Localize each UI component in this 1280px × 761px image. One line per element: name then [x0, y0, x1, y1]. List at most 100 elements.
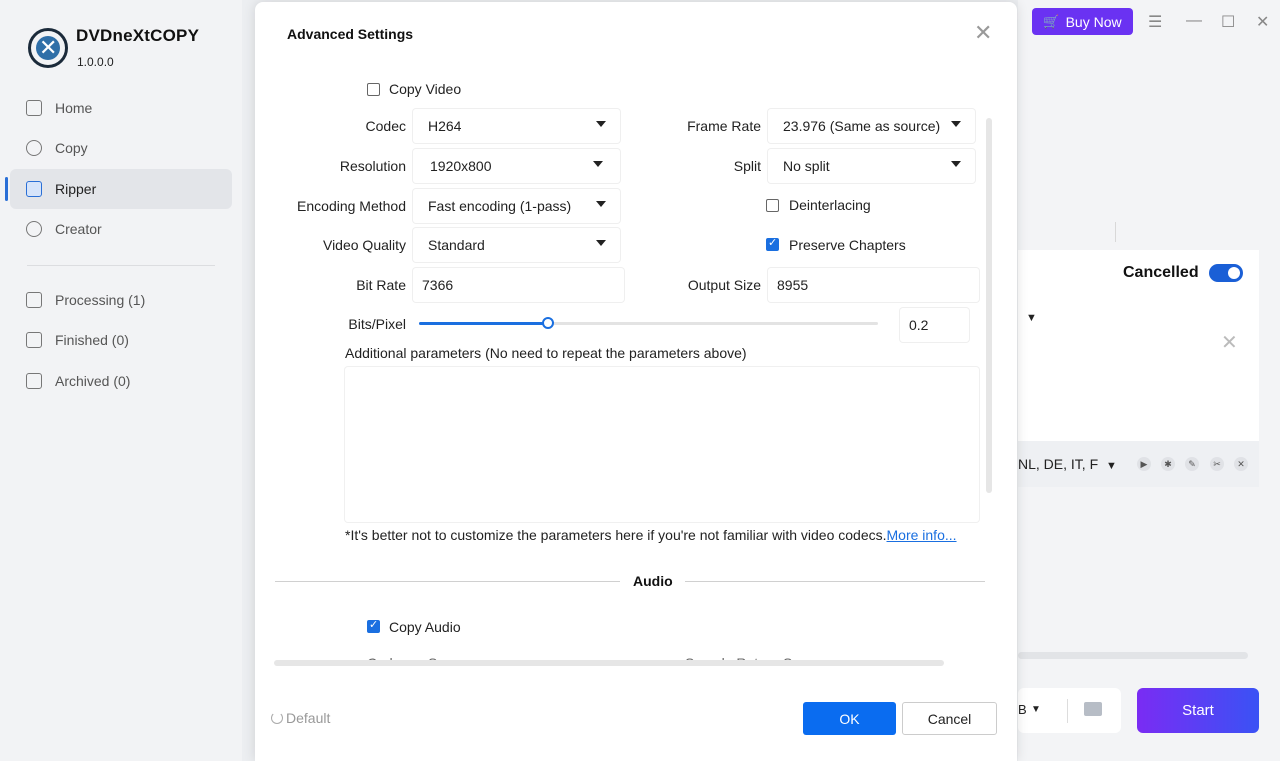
- output-size-box[interactable]: B ▼: [1018, 688, 1121, 733]
- codec-value: H264: [428, 118, 462, 134]
- frame-rate-label: Frame Rate: [687, 118, 761, 134]
- maximize-icon[interactable]: ☐: [1221, 12, 1235, 32]
- sidebar-item-finished[interactable]: Finished (0): [10, 320, 232, 360]
- dialog-title: Advanced Settings: [287, 26, 414, 42]
- sidebar-item-label: Finished (0): [55, 332, 129, 348]
- chevron-down-icon: [596, 201, 606, 207]
- delete-icon[interactable]: ✕: [1234, 457, 1248, 471]
- bit-rate-label: Bit Rate: [356, 277, 406, 293]
- chevron-down-icon: [596, 240, 606, 246]
- sidebar-item-archived[interactable]: Archived (0): [10, 361, 232, 401]
- sidebar-item-label: Home: [55, 100, 93, 116]
- sidebar-item-creator[interactable]: Creator: [10, 209, 232, 249]
- sidebar-item-label: Copy: [55, 140, 88, 156]
- menu-icon[interactable]: ☰: [1148, 12, 1162, 32]
- encoding-method-label: Encoding Method: [297, 198, 406, 214]
- app-name: DVDneXtCOPY: [76, 26, 200, 45]
- copy-video-checkbox[interactable]: [367, 83, 380, 96]
- close-window-icon[interactable]: ✕: [1256, 12, 1269, 32]
- default-button[interactable]: Default: [271, 710, 330, 726]
- video-quality-label: Video Quality: [322, 237, 406, 253]
- subtitle-languages-select[interactable]: NL, DE, IT, F ▼: [1018, 456, 1117, 472]
- buy-now-label: Buy Now: [1065, 13, 1122, 30]
- bit-rate-input[interactable]: 7366: [413, 268, 624, 302]
- folder-icon[interactable]: [1084, 702, 1102, 716]
- output-size-label: Output Size: [687, 277, 761, 293]
- chevron-down-icon: ▼: [1031, 704, 1041, 715]
- sidebar-item-home[interactable]: Home: [10, 88, 232, 128]
- divider: [1067, 699, 1068, 723]
- frame-rate-value: 23.976 (Same as source): [783, 118, 941, 134]
- buy-now-button[interactable]: 🛒 Buy Now: [1032, 8, 1133, 35]
- horizontal-scrollbar[interactable]: [274, 660, 944, 666]
- deinterlacing-checkbox[interactable]: [766, 199, 779, 212]
- bits-pixel-slider-handle[interactable]: [542, 317, 554, 329]
- sidebar-item-processing[interactable]: Processing (1): [10, 280, 232, 320]
- sidebar: DVDneXtCOPY 1.0.0.0 Home Copy Ripper Cre…: [0, 0, 242, 761]
- sidebar-item-copy[interactable]: Copy: [10, 128, 232, 168]
- split-select[interactable]: No split: [768, 149, 975, 183]
- task-card-header: [1018, 212, 1259, 250]
- codec-select[interactable]: H264: [413, 109, 620, 143]
- cancel-button[interactable]: Cancel: [902, 702, 997, 735]
- vertical-scrollbar[interactable]: [986, 118, 992, 493]
- chevron-down-icon: ▼: [1106, 460, 1117, 472]
- chevron-down-icon: [596, 121, 606, 127]
- effects-icon[interactable]: ✱: [1161, 457, 1175, 471]
- video-quality-value: Standard: [428, 237, 485, 253]
- bits-pixel-label: Bits/Pixel: [348, 316, 406, 332]
- copy-video-label: Copy Video: [389, 81, 462, 97]
- ok-button[interactable]: OK: [803, 702, 896, 735]
- remove-task-icon[interactable]: ✕: [1221, 330, 1238, 355]
- creator-icon: [26, 221, 42, 237]
- home-icon: [26, 100, 42, 116]
- chevron-down-icon[interactable]: ▼: [1026, 312, 1037, 324]
- output-size-input[interactable]: 8955: [768, 268, 979, 302]
- split-label: Split: [733, 158, 761, 174]
- encoding-method-select[interactable]: Fast encoding (1-pass): [413, 189, 620, 223]
- app-version: 1.0.0.0: [77, 55, 114, 69]
- edit-icon[interactable]: ✎: [1185, 457, 1199, 471]
- chevron-down-icon: [951, 161, 961, 167]
- sidebar-divider: [27, 265, 215, 266]
- additional-params-textarea[interactable]: [345, 367, 979, 522]
- sidebar-item-label: Processing (1): [55, 292, 146, 308]
- play-icon[interactable]: ▶: [1137, 457, 1151, 471]
- sidebar-item-label: Ripper: [55, 181, 97, 197]
- advanced-settings-dialog: Advanced Settings ✕ Copy Video Codec H26…: [255, 2, 1017, 761]
- minimize-icon[interactable]: —: [1186, 12, 1202, 30]
- video-quality-select[interactable]: Standard: [413, 228, 620, 262]
- bits-pixel-input[interactable]: 0.2: [900, 308, 969, 342]
- cancelled-label: Cancelled: [1123, 264, 1199, 281]
- cart-icon: 🛒: [1043, 13, 1060, 29]
- audio-section-title: Audio: [633, 573, 673, 589]
- bits-pixel-slider-fill: [419, 322, 548, 325]
- cut-icon[interactable]: ✂: [1210, 457, 1224, 471]
- sidebar-item-label: Archived (0): [55, 373, 131, 389]
- cancelled-toggle[interactable]: [1209, 264, 1243, 282]
- start-button[interactable]: Start: [1137, 688, 1259, 733]
- sidebar-item-label: Creator: [55, 221, 102, 237]
- encoding-method-value: Fast encoding (1-pass): [428, 198, 572, 214]
- copy-audio-checkbox[interactable]: [367, 618, 380, 633]
- chevron-down-icon: [593, 161, 603, 167]
- app-logo-icon: [28, 28, 68, 68]
- resolution-value: 1920x800: [430, 158, 492, 174]
- sidebar-item-ripper[interactable]: Ripper: [5, 169, 232, 209]
- brand: DVDneXtCOPY 1.0.0.0: [28, 26, 199, 69]
- deinterlacing-label: Deinterlacing: [789, 197, 871, 213]
- additional-params-label: Additional parameters (No need to repeat…: [345, 345, 747, 361]
- more-info-link[interactable]: More info...: [887, 527, 957, 543]
- copy-icon: [26, 140, 42, 156]
- archived-icon: [26, 373, 42, 389]
- preserve-chapters-label: Preserve Chapters: [789, 237, 906, 253]
- processing-icon: [26, 292, 42, 308]
- divider: [275, 581, 620, 582]
- close-icon[interactable]: ✕: [974, 20, 992, 46]
- resolution-select[interactable]: 1920x800: [413, 149, 620, 183]
- preserve-chapters-checkbox[interactable]: [766, 236, 779, 251]
- codec-label: Codec: [365, 118, 406, 134]
- finished-icon: [26, 332, 42, 348]
- frame-rate-select[interactable]: 23.976 (Same as source): [768, 109, 975, 143]
- subtitle-languages-value: NL, DE, IT, F: [1018, 456, 1099, 472]
